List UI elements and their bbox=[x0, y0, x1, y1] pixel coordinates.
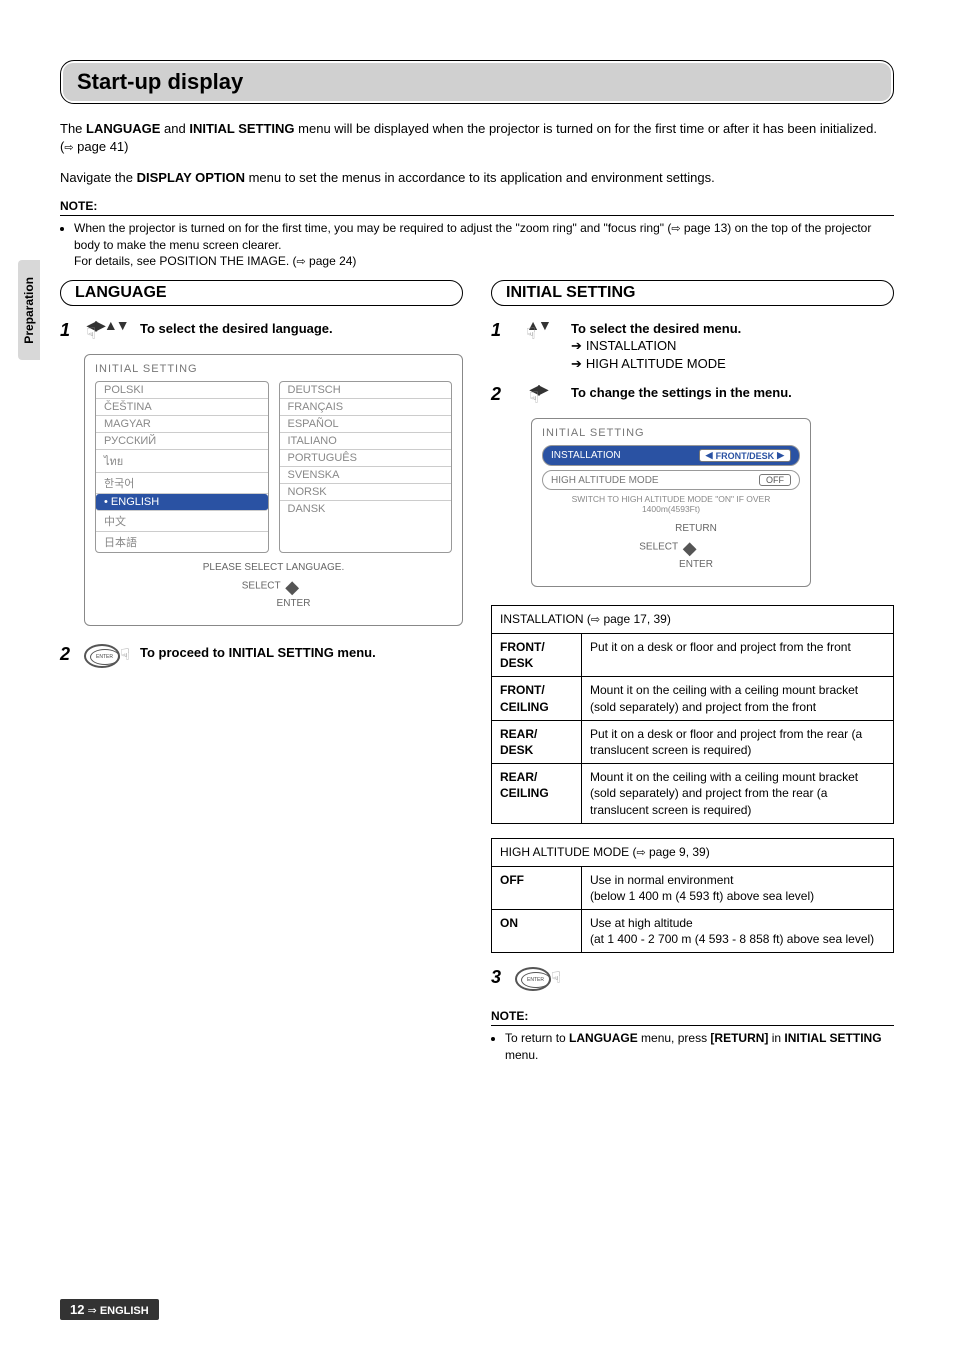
installation-table: INSTALLATION ( page 17, 39) FRONT/DESKPu… bbox=[491, 605, 894, 824]
step-text: To select the desired menu. INSTALLATION… bbox=[571, 320, 894, 373]
lang-step-1: 1 ◀▶▲▼☟ To select the desired language. bbox=[60, 320, 463, 342]
init-step-2: 2 ◀▶☟ To change the settings in the menu… bbox=[491, 384, 894, 406]
altitude-table: HIGH ALTITUDE MODE ( page 9, 39) OFFUse … bbox=[491, 838, 894, 954]
lang-option: ČEŠTINA bbox=[96, 399, 268, 416]
page-title: Start-up display bbox=[63, 63, 891, 101]
side-tab-label: Preparation bbox=[22, 277, 36, 344]
lang-option: ไทย bbox=[96, 450, 268, 473]
page-ref-icon bbox=[64, 139, 73, 154]
osd-footer: RETURN SELECT ENTER bbox=[542, 522, 800, 572]
top-note: NOTE: When the projector is turned on fo… bbox=[60, 199, 894, 270]
value-pill: OFF bbox=[759, 474, 791, 486]
step-number: 2 bbox=[60, 644, 74, 665]
lang-option: MAGYAR bbox=[96, 416, 268, 433]
osd-row-installation: INSTALLATION ◀ FRONT/DESK ▶ bbox=[542, 445, 800, 466]
page-ref-icon bbox=[297, 254, 306, 268]
table-caption: INSTALLATION ( page 17, 39) bbox=[492, 606, 894, 634]
lang-option: 한국어 bbox=[96, 473, 268, 494]
lang-option: 日本語 bbox=[96, 532, 268, 552]
note-bullet: To return to LANGUAGE menu, press [RETUR… bbox=[505, 1030, 894, 1062]
intro-p2: Navigate the DISPLAY OPTION menu to set … bbox=[60, 169, 894, 187]
value-pill: ◀ FRONT/DESK ▶ bbox=[699, 449, 791, 462]
note-heading: NOTE: bbox=[491, 1009, 894, 1026]
table-row: FRONT/DESKPut it on a desk or floor and … bbox=[492, 634, 894, 677]
init-step-3: 3 ENTER☟ bbox=[491, 967, 894, 991]
right-column: INITIAL SETTING 1 ▲▼☟ To select the desi… bbox=[491, 280, 894, 1073]
page-ref-icon bbox=[636, 845, 645, 859]
osd-title: INITIAL SETTING bbox=[95, 363, 452, 375]
step-number: 3 bbox=[491, 967, 505, 988]
osd-title: INITIAL SETTING bbox=[542, 427, 800, 439]
lang-option: NORSK bbox=[280, 484, 452, 501]
language-osd: INITIAL SETTING POLSKI ČEŠTINA MAGYAR РУ… bbox=[84, 354, 463, 626]
table-row: ONUse at high altitude(at 1 400 - 2 700 … bbox=[492, 910, 894, 953]
enter-button-icon: ENTER☟ bbox=[515, 967, 561, 991]
table-caption: HIGH ALTITUDE MODE ( page 9, 39) bbox=[492, 838, 894, 866]
table-row: REAR/CEILINGMount it on the ceiling with… bbox=[492, 764, 894, 824]
lang-option: DANSK bbox=[280, 501, 452, 517]
lang-option-selected: ENGLISH bbox=[96, 494, 268, 511]
step-number: 1 bbox=[60, 320, 74, 341]
left-column: LANGUAGE 1 ◀▶▲▼☟ To select the desired l… bbox=[60, 280, 463, 1073]
bottom-note: NOTE: To return to LANGUAGE menu, press … bbox=[491, 1009, 894, 1062]
nav-diamond-icon bbox=[681, 536, 703, 558]
intro-block: The LANGUAGE and INITIAL SETTING menu wi… bbox=[60, 120, 894, 187]
lang-option: SVENSKA bbox=[280, 467, 452, 484]
osd-footer: PLEASE SELECT LANGUAGE. SELECT ENTER bbox=[95, 561, 452, 611]
osd-row-altitude: HIGH ALTITUDE MODE OFF bbox=[542, 470, 800, 490]
title-frame: Start-up display bbox=[60, 60, 894, 104]
intro-p1: The LANGUAGE and INITIAL SETTING menu wi… bbox=[60, 120, 894, 157]
lang-option: ESPAÑOL bbox=[280, 416, 452, 433]
lang-option: ITALIANO bbox=[280, 433, 452, 450]
page-footer: 12 ENGLISH bbox=[60, 1299, 159, 1320]
sub-item: INSTALLATION bbox=[571, 337, 894, 355]
init-step-1: 1 ▲▼☟ To select the desired menu. INSTAL… bbox=[491, 320, 894, 373]
note-heading: NOTE: bbox=[60, 199, 894, 216]
osd-tiny-note: SWITCH TO HIGH ALTITUDE MODE "ON" IF OVE… bbox=[542, 494, 800, 514]
table-row: FRONT/CEILINGMount it on the ceiling wit… bbox=[492, 677, 894, 720]
lang-option: 中文 bbox=[96, 511, 268, 532]
step-text: To change the settings in the menu. bbox=[571, 384, 894, 402]
step-text: To proceed to INITIAL SETTING menu. bbox=[140, 644, 463, 662]
sub-item: HIGH ALTITUDE MODE bbox=[571, 355, 894, 373]
table-row: REAR/DESKPut it on a desk or floor and p… bbox=[492, 720, 894, 763]
lang-step-2: 2 ENTER☟ To proceed to INITIAL SETTING m… bbox=[60, 644, 463, 668]
language-heading: LANGUAGE bbox=[60, 280, 463, 306]
initial-setting-heading: INITIAL SETTING bbox=[491, 280, 894, 306]
lang-option: РУССКИЙ bbox=[96, 433, 268, 450]
dpad-updown-icon: ▲▼☟ bbox=[515, 320, 561, 342]
table-row: OFFUse in normal environment(below 1 400… bbox=[492, 866, 894, 909]
footer-arrow-icon bbox=[88, 1305, 97, 1317]
step-text: To select the desired language. bbox=[140, 320, 463, 338]
lang-option: DEUTSCH bbox=[280, 382, 452, 399]
lang-option: FRANÇAIS bbox=[280, 399, 452, 416]
page-number: 12 bbox=[70, 1302, 84, 1317]
enter-button-icon: ENTER☟ bbox=[84, 644, 130, 668]
step-number: 2 bbox=[491, 384, 505, 405]
initial-setting-osd: INITIAL SETTING INSTALLATION ◀ FRONT/DES… bbox=[531, 418, 811, 587]
lang-col-left: POLSKI ČEŠTINA MAGYAR РУССКИЙ ไทย 한국어 EN… bbox=[95, 381, 269, 553]
page-ref-icon bbox=[591, 612, 600, 626]
lang-col-right: DEUTSCH FRANÇAIS ESPAÑOL ITALIANO PORTUG… bbox=[279, 381, 453, 553]
step-number: 1 bbox=[491, 320, 505, 341]
nav-diamond-icon bbox=[283, 575, 305, 597]
note-bullet: When the projector is turned on for the … bbox=[74, 220, 894, 270]
lang-option: POLSKI bbox=[96, 382, 268, 399]
lang-option: PORTUGUÊS bbox=[280, 450, 452, 467]
side-tab: Preparation bbox=[18, 260, 40, 360]
footer-lang: ENGLISH bbox=[100, 1305, 149, 1317]
dpad-leftright-icon: ◀▶☟ bbox=[515, 384, 561, 406]
dpad-icon: ◀▶▲▼☟ bbox=[84, 320, 130, 342]
page-ref-icon bbox=[671, 221, 680, 235]
